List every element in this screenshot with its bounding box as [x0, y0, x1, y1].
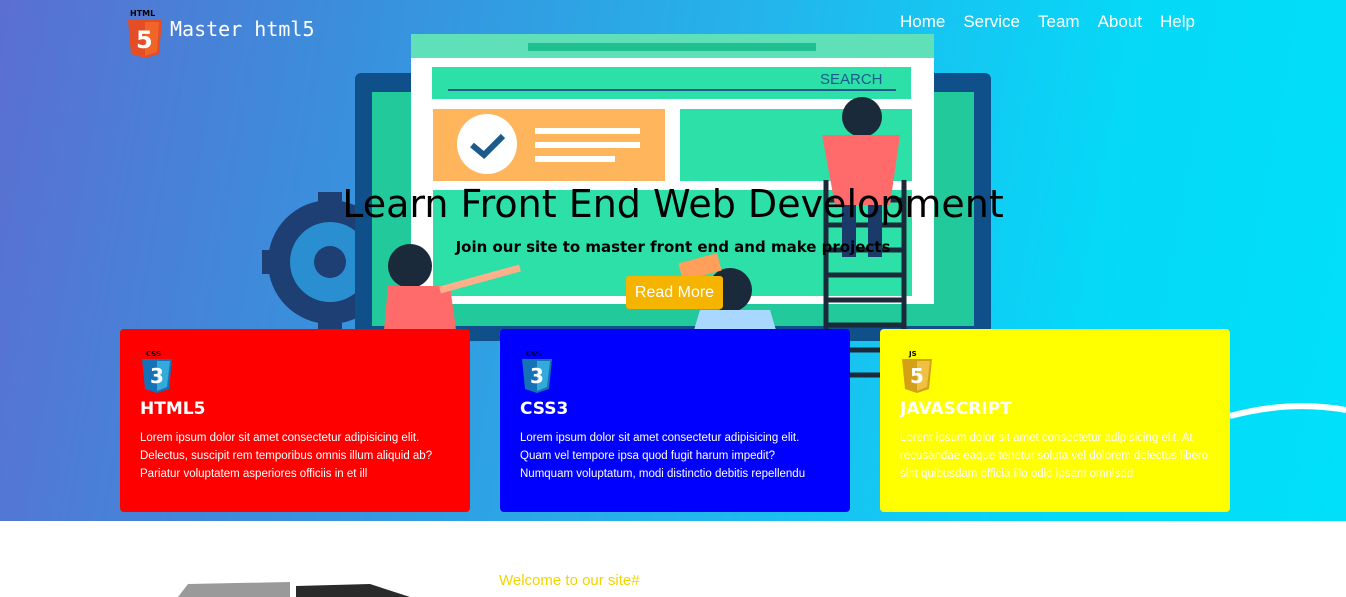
html5-logo-icon[interactable]: HTML 5	[126, 8, 164, 60]
css3-logo-icon: CSS 3	[142, 350, 172, 393]
hero-title: Learn Front End Web Development	[342, 182, 1004, 226]
card-title: JAVASCRIPT	[900, 399, 1012, 419]
svg-text:CSS: CSS	[526, 350, 541, 358]
top-navbar: HTML 5 Master html5 Home Service Team Ab…	[0, 0, 1346, 60]
read-more-button[interactable]: Read More	[626, 276, 723, 309]
nav-item-home[interactable]: Home	[891, 12, 954, 32]
nav-item-service[interactable]: Service	[954, 12, 1029, 32]
card-css3: CSS 3 CSS3 Lorem ipsum dolor sit amet co…	[500, 329, 850, 512]
nav-item-team[interactable]: Team	[1029, 12, 1089, 32]
card-text: Lorem ipsum dolor sit amet consectetur a…	[900, 432, 1209, 480]
laptop-image	[178, 582, 410, 597]
hero-subtitle: Join our site to master front end and ma…	[455, 238, 891, 256]
card-title: CSS3	[520, 399, 569, 419]
svg-text:CSS: CSS	[146, 350, 161, 358]
svg-text:JS: JS	[908, 350, 917, 358]
svg-text:5: 5	[910, 364, 924, 388]
nav-item-about[interactable]: About	[1089, 12, 1151, 32]
nav-menu: Home Service Team About Help	[891, 12, 1204, 32]
js-logo-icon: JS 5	[902, 350, 932, 393]
svg-text:3: 3	[530, 364, 544, 388]
card-text: Lorem ipsum dolor sit amet consectetur a…	[140, 432, 433, 480]
svg-text:5: 5	[136, 26, 153, 54]
css3-logo-icon: CSS 3	[522, 350, 552, 393]
card-text: Lorem ipsum dolor sit amet consectetur a…	[520, 432, 806, 480]
brand-name[interactable]: Master html5	[170, 17, 315, 41]
nav-item-help[interactable]: Help	[1151, 12, 1204, 32]
card-html5: CSS 3 HTML5 Lorem ipsum dolor sit amet c…	[120, 329, 470, 512]
wave-shape	[1229, 403, 1346, 419]
card-title: HTML5	[140, 399, 206, 419]
svg-text:HTML: HTML	[130, 9, 155, 18]
illustration-search-text: SEARCH	[820, 71, 883, 88]
welcome-heading: Welcome to our site#	[499, 572, 640, 589]
svg-text:3: 3	[150, 364, 164, 388]
card-javascript: JS 5 JAVASCRIPT Lorem ipsum dolor sit am…	[880, 329, 1230, 512]
